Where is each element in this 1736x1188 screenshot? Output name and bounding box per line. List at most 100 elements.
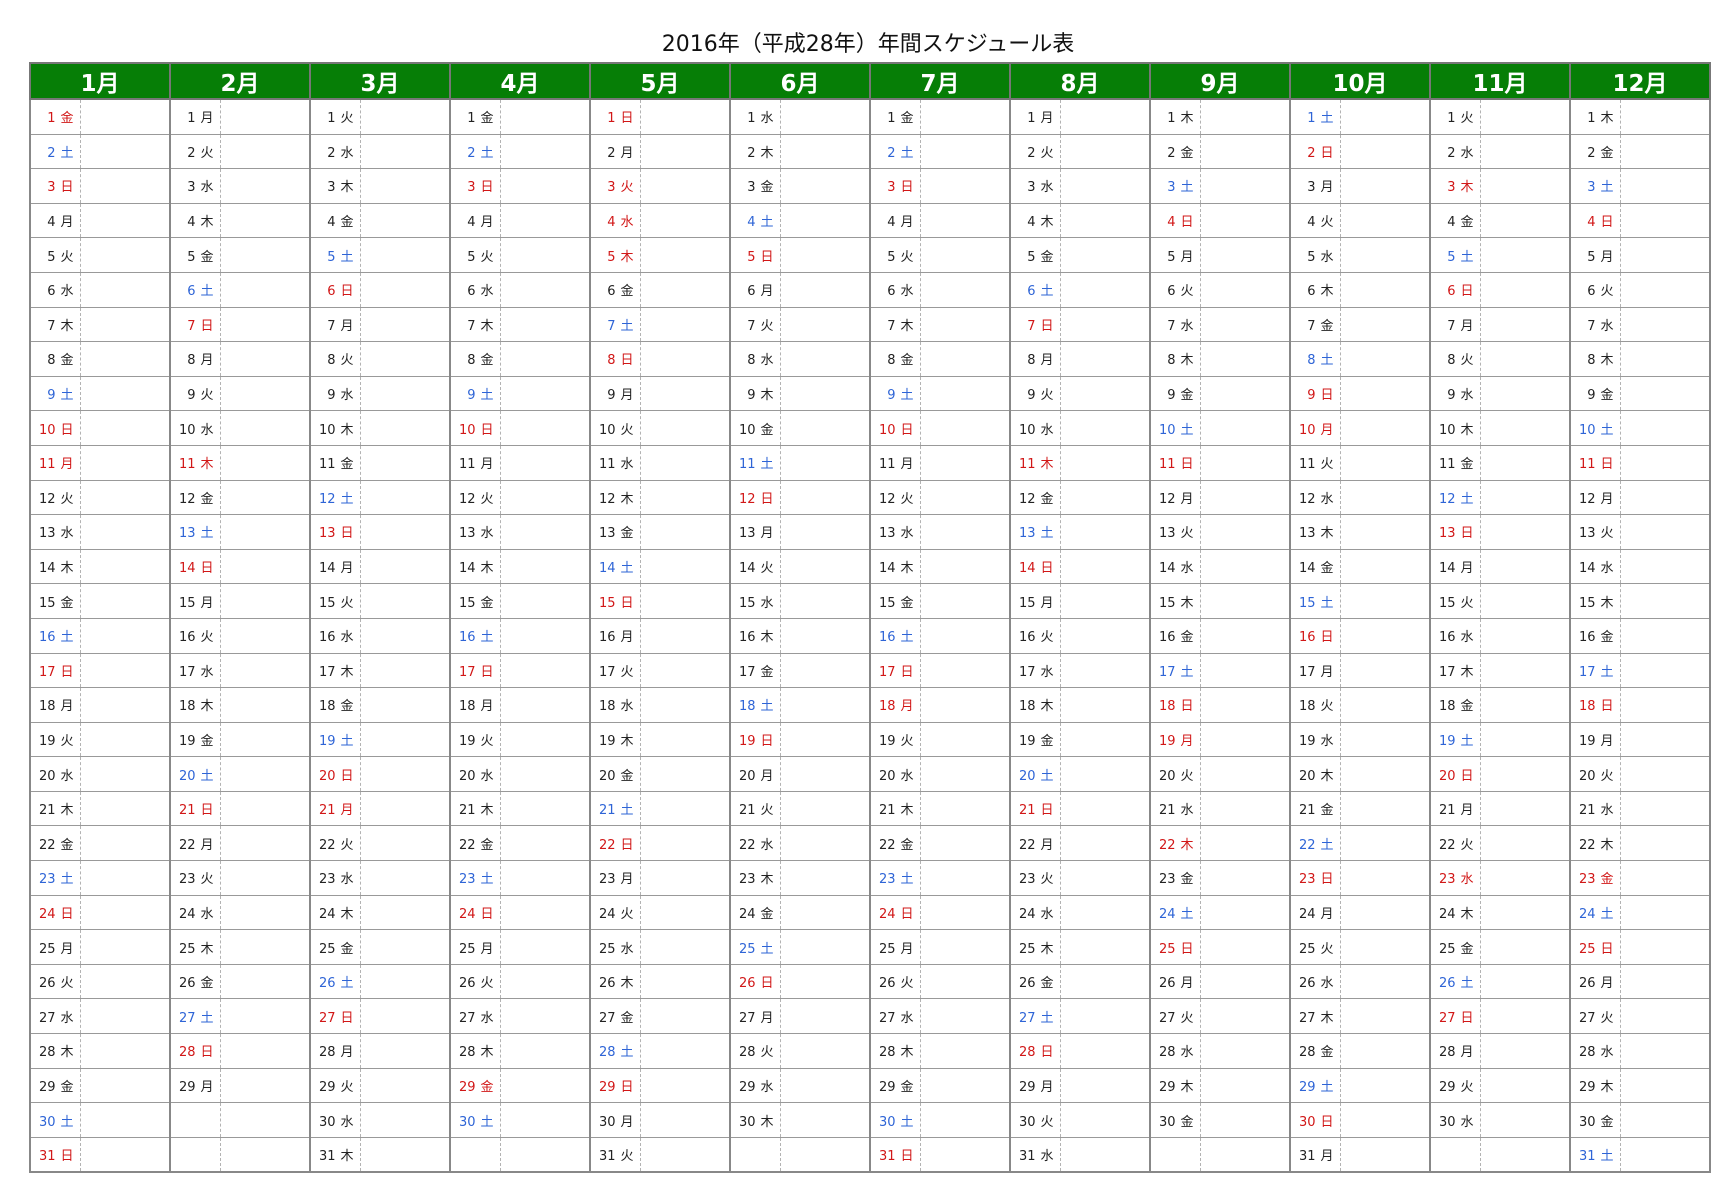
memo-cell[interactable] — [1060, 721, 1151, 758]
memo-cell[interactable] — [1060, 998, 1151, 1035]
memo-cell[interactable] — [920, 583, 1011, 619]
memo-cell[interactable] — [1480, 617, 1571, 654]
memo-cell[interactable] — [640, 583, 731, 619]
memo-cell[interactable] — [220, 790, 311, 827]
memo-cell[interactable] — [920, 410, 1011, 446]
memo-cell[interactable] — [500, 998, 591, 1035]
memo-cell[interactable] — [1060, 756, 1151, 792]
memo-cell[interactable] — [1480, 652, 1571, 689]
memo-cell[interactable] — [1620, 410, 1711, 446]
memo-cell[interactable] — [640, 375, 731, 412]
memo-cell[interactable] — [920, 756, 1011, 792]
memo-cell[interactable] — [360, 1102, 451, 1138]
memo-cell[interactable] — [360, 963, 451, 1000]
memo-cell[interactable] — [640, 548, 731, 585]
memo-cell[interactable] — [500, 721, 591, 758]
memo-cell[interactable] — [1340, 1102, 1431, 1138]
memo-cell[interactable] — [640, 133, 731, 170]
memo-cell[interactable] — [1340, 375, 1431, 412]
memo-cell[interactable] — [1200, 548, 1291, 585]
memo-cell[interactable] — [1620, 168, 1711, 204]
memo-cell[interactable] — [1060, 790, 1151, 827]
memo-cell[interactable] — [220, 687, 311, 723]
memo-cell[interactable] — [1620, 514, 1711, 550]
memo-cell[interactable] — [1060, 1102, 1151, 1138]
memo-cell[interactable] — [1060, 341, 1151, 377]
memo-cell[interactable] — [360, 237, 451, 273]
memo-cell[interactable] — [80, 375, 171, 412]
memo-cell[interactable] — [360, 168, 451, 204]
memo-cell[interactable] — [500, 479, 591, 516]
memo-cell[interactable] — [640, 998, 731, 1035]
memo-cell[interactable] — [780, 617, 871, 654]
memo-cell[interactable] — [1200, 617, 1291, 654]
memo-cell[interactable] — [1200, 306, 1291, 343]
memo-cell[interactable] — [360, 860, 451, 896]
memo-cell[interactable] — [1060, 237, 1151, 273]
memo-cell[interactable] — [500, 825, 591, 862]
memo-cell[interactable] — [500, 1102, 591, 1138]
memo-cell[interactable] — [80, 687, 171, 723]
memo-cell[interactable] — [1060, 168, 1151, 204]
memo-cell[interactable] — [220, 1136, 311, 1174]
memo-cell[interactable] — [80, 652, 171, 689]
memo-cell[interactable] — [360, 410, 451, 446]
memo-cell[interactable] — [80, 860, 171, 896]
memo-cell[interactable] — [80, 998, 171, 1035]
memo-cell[interactable] — [1200, 998, 1291, 1035]
memo-cell[interactable] — [780, 998, 871, 1035]
memo-cell[interactable] — [1340, 963, 1431, 1000]
memo-cell[interactable] — [500, 202, 591, 239]
memo-cell[interactable] — [1480, 894, 1571, 931]
memo-cell[interactable] — [640, 963, 731, 1000]
memo-cell[interactable] — [640, 825, 731, 862]
memo-cell[interactable] — [780, 306, 871, 343]
memo-cell[interactable] — [1200, 237, 1291, 273]
memo-cell[interactable] — [1060, 444, 1151, 481]
memo-cell[interactable] — [780, 444, 871, 481]
memo-cell[interactable] — [1200, 1102, 1291, 1138]
memo-cell[interactable] — [780, 790, 871, 827]
memo-cell[interactable] — [920, 825, 1011, 862]
memo-cell[interactable] — [360, 548, 451, 585]
memo-cell[interactable] — [500, 963, 591, 1000]
memo-cell[interactable] — [1620, 548, 1711, 585]
memo-cell[interactable] — [220, 929, 311, 965]
memo-cell[interactable] — [780, 202, 871, 239]
memo-cell[interactable] — [920, 894, 1011, 931]
memo-cell[interactable] — [780, 860, 871, 896]
memo-cell[interactable] — [1340, 756, 1431, 792]
memo-cell[interactable] — [780, 756, 871, 792]
memo-cell[interactable] — [1620, 375, 1711, 412]
memo-cell[interactable] — [360, 756, 451, 792]
memo-cell[interactable] — [1480, 998, 1571, 1035]
memo-cell[interactable] — [1060, 687, 1151, 723]
memo-cell[interactable] — [220, 168, 311, 204]
memo-cell[interactable] — [500, 375, 591, 412]
memo-cell[interactable] — [1620, 1067, 1711, 1104]
memo-cell[interactable] — [1480, 514, 1571, 550]
memo-cell[interactable] — [1340, 98, 1431, 135]
memo-cell[interactable] — [1060, 479, 1151, 516]
memo-cell[interactable] — [1340, 410, 1431, 446]
memo-cell[interactable] — [1480, 341, 1571, 377]
memo-cell[interactable] — [780, 548, 871, 585]
memo-cell[interactable] — [640, 202, 731, 239]
memo-cell[interactable] — [920, 271, 1011, 308]
memo-cell[interactable] — [500, 790, 591, 827]
memo-cell[interactable] — [80, 894, 171, 931]
memo-cell[interactable] — [920, 341, 1011, 377]
memo-cell[interactable] — [1620, 202, 1711, 239]
memo-cell[interactable] — [1620, 998, 1711, 1035]
memo-cell[interactable] — [920, 790, 1011, 827]
memo-cell[interactable] — [780, 514, 871, 550]
memo-cell[interactable] — [360, 687, 451, 723]
memo-cell[interactable] — [220, 652, 311, 689]
memo-cell[interactable] — [780, 341, 871, 377]
memo-cell[interactable] — [1060, 514, 1151, 550]
memo-cell[interactable] — [1480, 721, 1571, 758]
memo-cell[interactable] — [80, 963, 171, 1000]
memo-cell[interactable] — [1620, 1136, 1711, 1174]
memo-cell[interactable] — [1480, 444, 1571, 481]
memo-cell[interactable] — [1200, 825, 1291, 862]
